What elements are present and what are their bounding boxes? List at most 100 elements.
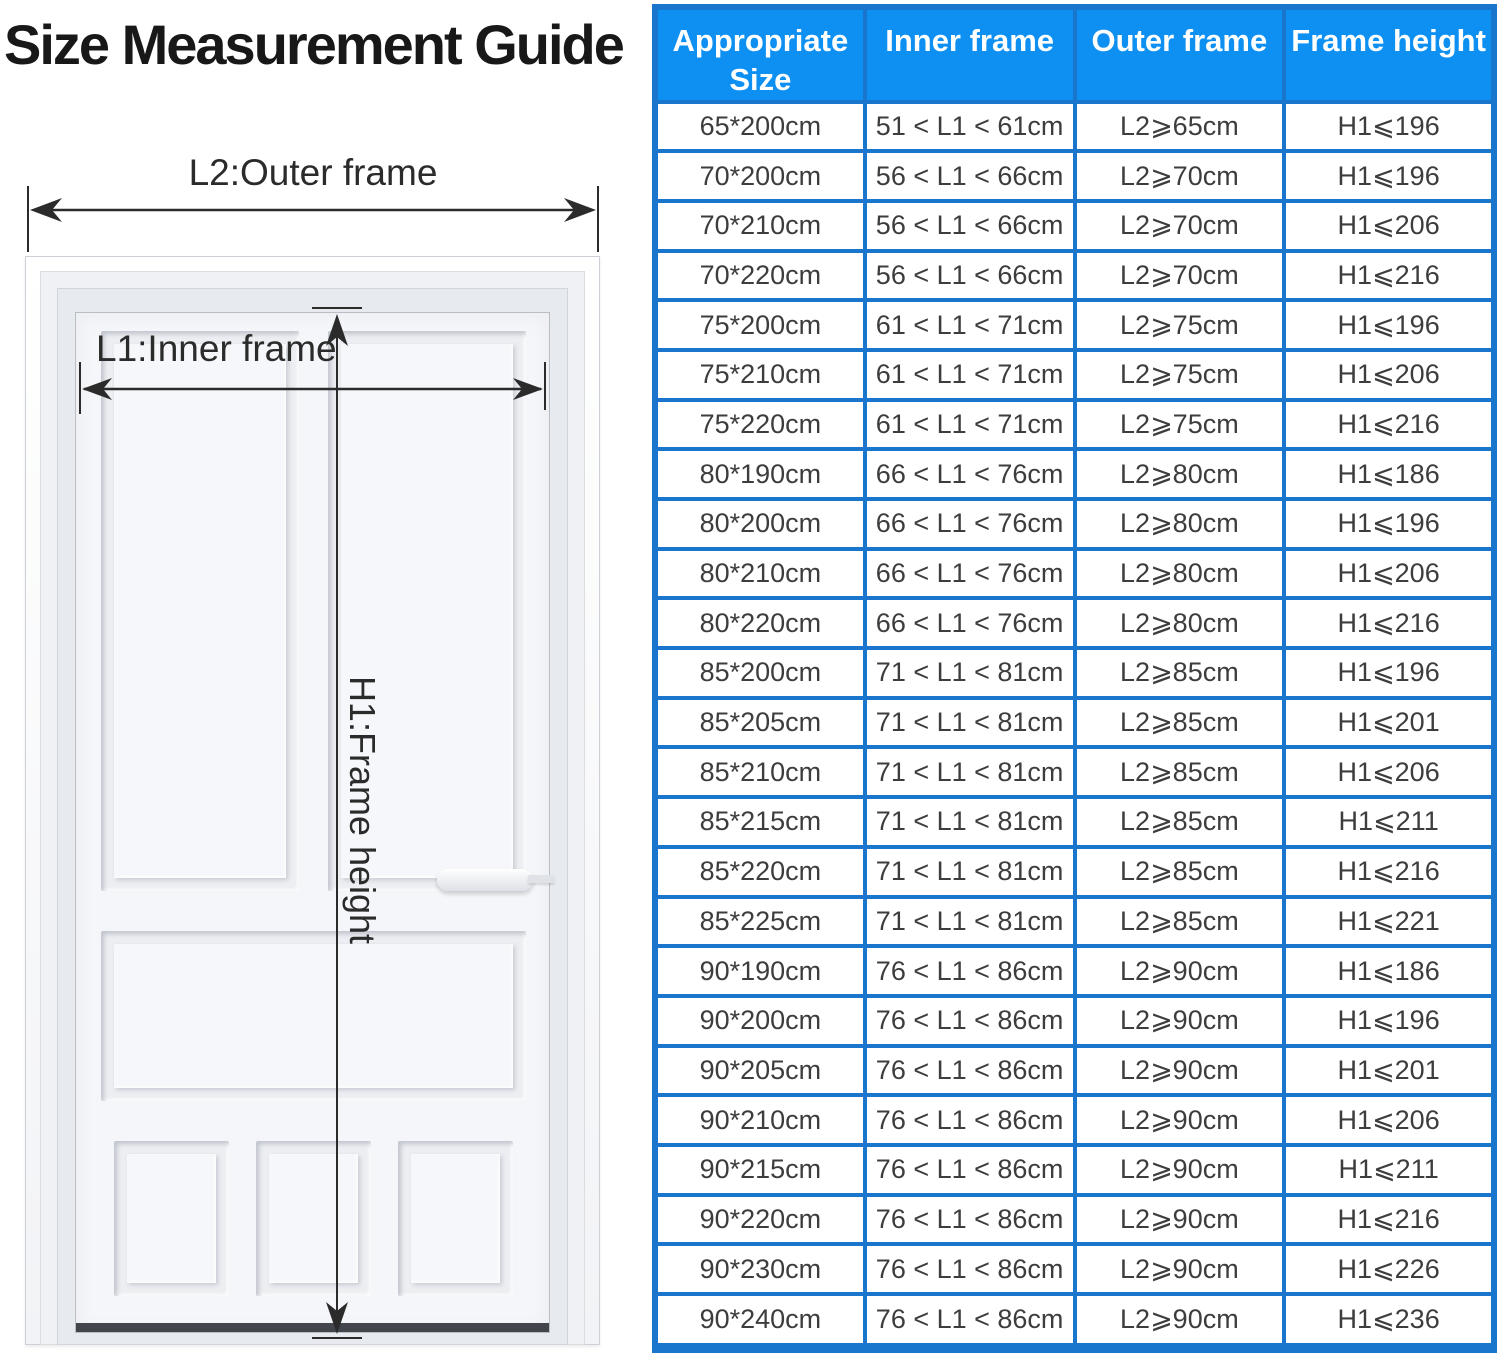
column-header-appropriate-size: Appropriate Size bbox=[655, 7, 865, 102]
l2-arrowhead-right bbox=[564, 198, 596, 222]
table-cell: L2⩾70cm bbox=[1075, 151, 1285, 201]
table-cell: 80*200cm bbox=[655, 499, 865, 549]
table-cell: H1⩽206 bbox=[1284, 549, 1494, 599]
table-cell: 66 < L1 < 76cm bbox=[865, 449, 1075, 499]
table-cell: 76 < L1 < 86cm bbox=[865, 996, 1075, 1046]
table-cell: 71 < L1 < 81cm bbox=[865, 847, 1075, 897]
column-header-frame-height: Frame height bbox=[1284, 7, 1494, 102]
table-cell: H1⩽216 bbox=[1284, 400, 1494, 450]
table-cell: H1⩽206 bbox=[1284, 350, 1494, 400]
table-cell: H1⩽196 bbox=[1284, 151, 1494, 201]
table-row: 85*200cm71 < L1 < 81cmL2⩾85cmH1⩽196 bbox=[655, 648, 1494, 698]
table-row: 75*220cm61 < L1 < 71cmL2⩾75cmH1⩽216 bbox=[655, 400, 1494, 450]
table-row: 90*220cm76 < L1 < 86cmL2⩾90cmH1⩽216 bbox=[655, 1195, 1494, 1245]
table-cell: 76 < L1 < 86cm bbox=[865, 1095, 1075, 1145]
door-panel-bottom-3 bbox=[398, 1141, 513, 1296]
door-slab bbox=[75, 312, 550, 1333]
table-cell: 51 < L1 < 61cm bbox=[865, 102, 1075, 152]
table-cell: L2⩾80cm bbox=[1075, 598, 1285, 648]
table-cell: 61 < L1 < 71cm bbox=[865, 350, 1075, 400]
table-cell: 66 < L1 < 76cm bbox=[865, 598, 1075, 648]
column-header-outer-frame: Outer frame bbox=[1075, 7, 1285, 102]
table-row: 80*220cm66 < L1 < 76cmL2⩾80cmH1⩽216 bbox=[655, 598, 1494, 648]
table-cell: 80*190cm bbox=[655, 449, 865, 499]
table-cell: H1⩽186 bbox=[1284, 449, 1494, 499]
table-row: 70*200cm56 < L1 < 66cmL2⩾70cmH1⩽196 bbox=[655, 151, 1494, 201]
door-handle bbox=[437, 869, 533, 891]
table-cell: L2⩾90cm bbox=[1075, 946, 1285, 996]
table-cell: L2⩾85cm bbox=[1075, 897, 1285, 947]
table-row: 85*210cm71 < L1 < 81cmL2⩾85cmH1⩽206 bbox=[655, 747, 1494, 797]
table-cell: 76 < L1 < 86cm bbox=[865, 1145, 1075, 1195]
frame-height-label: H1:Frame height bbox=[341, 676, 383, 944]
table-cell: 85*215cm bbox=[655, 797, 865, 847]
table-cell: L2⩾65cm bbox=[1075, 102, 1285, 152]
table-cell: 56 < L1 < 66cm bbox=[865, 201, 1075, 251]
door-threshold bbox=[76, 1323, 549, 1332]
table-row: 85*225cm71 < L1 < 81cmL2⩾85cmH1⩽221 bbox=[655, 897, 1494, 947]
table-cell: 76 < L1 < 86cm bbox=[865, 1195, 1075, 1245]
door-panel-top-left bbox=[101, 331, 299, 891]
table-row: 90*200cm76 < L1 < 86cmL2⩾90cmH1⩽196 bbox=[655, 996, 1494, 1046]
table-cell: H1⩽196 bbox=[1284, 996, 1494, 1046]
table-cell: 76 < L1 < 86cm bbox=[865, 946, 1075, 996]
table-cell: 76 < L1 < 86cm bbox=[865, 1244, 1075, 1294]
table-cell: H1⩽196 bbox=[1284, 300, 1494, 350]
page-title: Size Measurement Guide bbox=[4, 12, 649, 77]
table-cell: H1⩽206 bbox=[1284, 747, 1494, 797]
table-row: 80*210cm66 < L1 < 76cmL2⩾80cmH1⩽206 bbox=[655, 549, 1494, 599]
table-cell: 85*210cm bbox=[655, 747, 865, 797]
table-cell: H1⩽236 bbox=[1284, 1294, 1494, 1348]
door-illustration bbox=[25, 256, 600, 1345]
table-cell: 66 < L1 < 76cm bbox=[865, 549, 1075, 599]
door-panel-middle bbox=[101, 931, 526, 1101]
table-cell: L2⩾70cm bbox=[1075, 201, 1285, 251]
table-header-row: Appropriate Size Inner frame Outer frame… bbox=[655, 7, 1494, 102]
table-cell: L2⩾90cm bbox=[1075, 1294, 1285, 1348]
table-row: 85*220cm71 < L1 < 81cmL2⩾85cmH1⩽216 bbox=[655, 847, 1494, 897]
table-cell: L2⩾85cm bbox=[1075, 797, 1285, 847]
table-row: 85*215cm71 < L1 < 81cmL2⩾85cmH1⩽211 bbox=[655, 797, 1494, 847]
table-cell: L2⩾80cm bbox=[1075, 499, 1285, 549]
table-row: 90*215cm76 < L1 < 86cmL2⩾90cmH1⩽211 bbox=[655, 1145, 1494, 1195]
table-cell: 56 < L1 < 66cm bbox=[865, 251, 1075, 301]
table-cell: L2⩾75cm bbox=[1075, 300, 1285, 350]
table-cell: 85*220cm bbox=[655, 847, 865, 897]
table-cell: H1⩽206 bbox=[1284, 1095, 1494, 1145]
table-cell: 90*200cm bbox=[655, 996, 865, 1046]
table-cell: 71 < L1 < 81cm bbox=[865, 747, 1075, 797]
table-cell: L2⩾90cm bbox=[1075, 1046, 1285, 1096]
table-cell: H1⩽201 bbox=[1284, 1046, 1494, 1096]
door-panel-bottom-2 bbox=[256, 1141, 371, 1296]
table-row: 80*190cm66 < L1 < 76cmL2⩾80cmH1⩽186 bbox=[655, 449, 1494, 499]
table-cell: 70*200cm bbox=[655, 151, 865, 201]
door-latch bbox=[528, 875, 554, 883]
table-cell: 90*190cm bbox=[655, 946, 865, 996]
size-measurement-guide-page: Size Measurement Guide bbox=[0, 0, 1500, 1357]
table-cell: 61 < L1 < 71cm bbox=[865, 400, 1075, 450]
table-cell: H1⩽211 bbox=[1284, 797, 1494, 847]
table-row: 65*200cm51 < L1 < 61cmL2⩾65cmH1⩽196 bbox=[655, 102, 1494, 152]
table-cell: 90*240cm bbox=[655, 1294, 865, 1348]
table-cell: 85*225cm bbox=[655, 897, 865, 947]
table-cell: 90*215cm bbox=[655, 1145, 865, 1195]
table-cell: 90*205cm bbox=[655, 1046, 865, 1096]
inner-frame-label: L1:Inner frame bbox=[96, 328, 337, 370]
table-cell: L2⩾80cm bbox=[1075, 549, 1285, 599]
table-cell: 80*220cm bbox=[655, 598, 865, 648]
table-cell: 76 < L1 < 86cm bbox=[865, 1294, 1075, 1348]
table-cell: H1⩽206 bbox=[1284, 201, 1494, 251]
table-cell: 56 < L1 < 66cm bbox=[865, 151, 1075, 201]
size-table: Appropriate Size Inner frame Outer frame… bbox=[652, 4, 1497, 1353]
table-row: 90*205cm76 < L1 < 86cmL2⩾90cmH1⩽201 bbox=[655, 1046, 1494, 1096]
table-cell: 85*205cm bbox=[655, 698, 865, 748]
table-row: 80*200cm66 < L1 < 76cmL2⩾80cmH1⩽196 bbox=[655, 499, 1494, 549]
table-cell: 75*200cm bbox=[655, 300, 865, 350]
table-cell: H1⩽196 bbox=[1284, 102, 1494, 152]
table-cell: L2⩾90cm bbox=[1075, 1145, 1285, 1195]
table-row: 90*190cm76 < L1 < 86cmL2⩾90cmH1⩽186 bbox=[655, 946, 1494, 996]
table-row: 90*230cm76 < L1 < 86cmL2⩾90cmH1⩽226 bbox=[655, 1244, 1494, 1294]
table-cell: L2⩾80cm bbox=[1075, 449, 1285, 499]
table-cell: L2⩾90cm bbox=[1075, 1095, 1285, 1145]
table-cell: H1⩽216 bbox=[1284, 847, 1494, 897]
